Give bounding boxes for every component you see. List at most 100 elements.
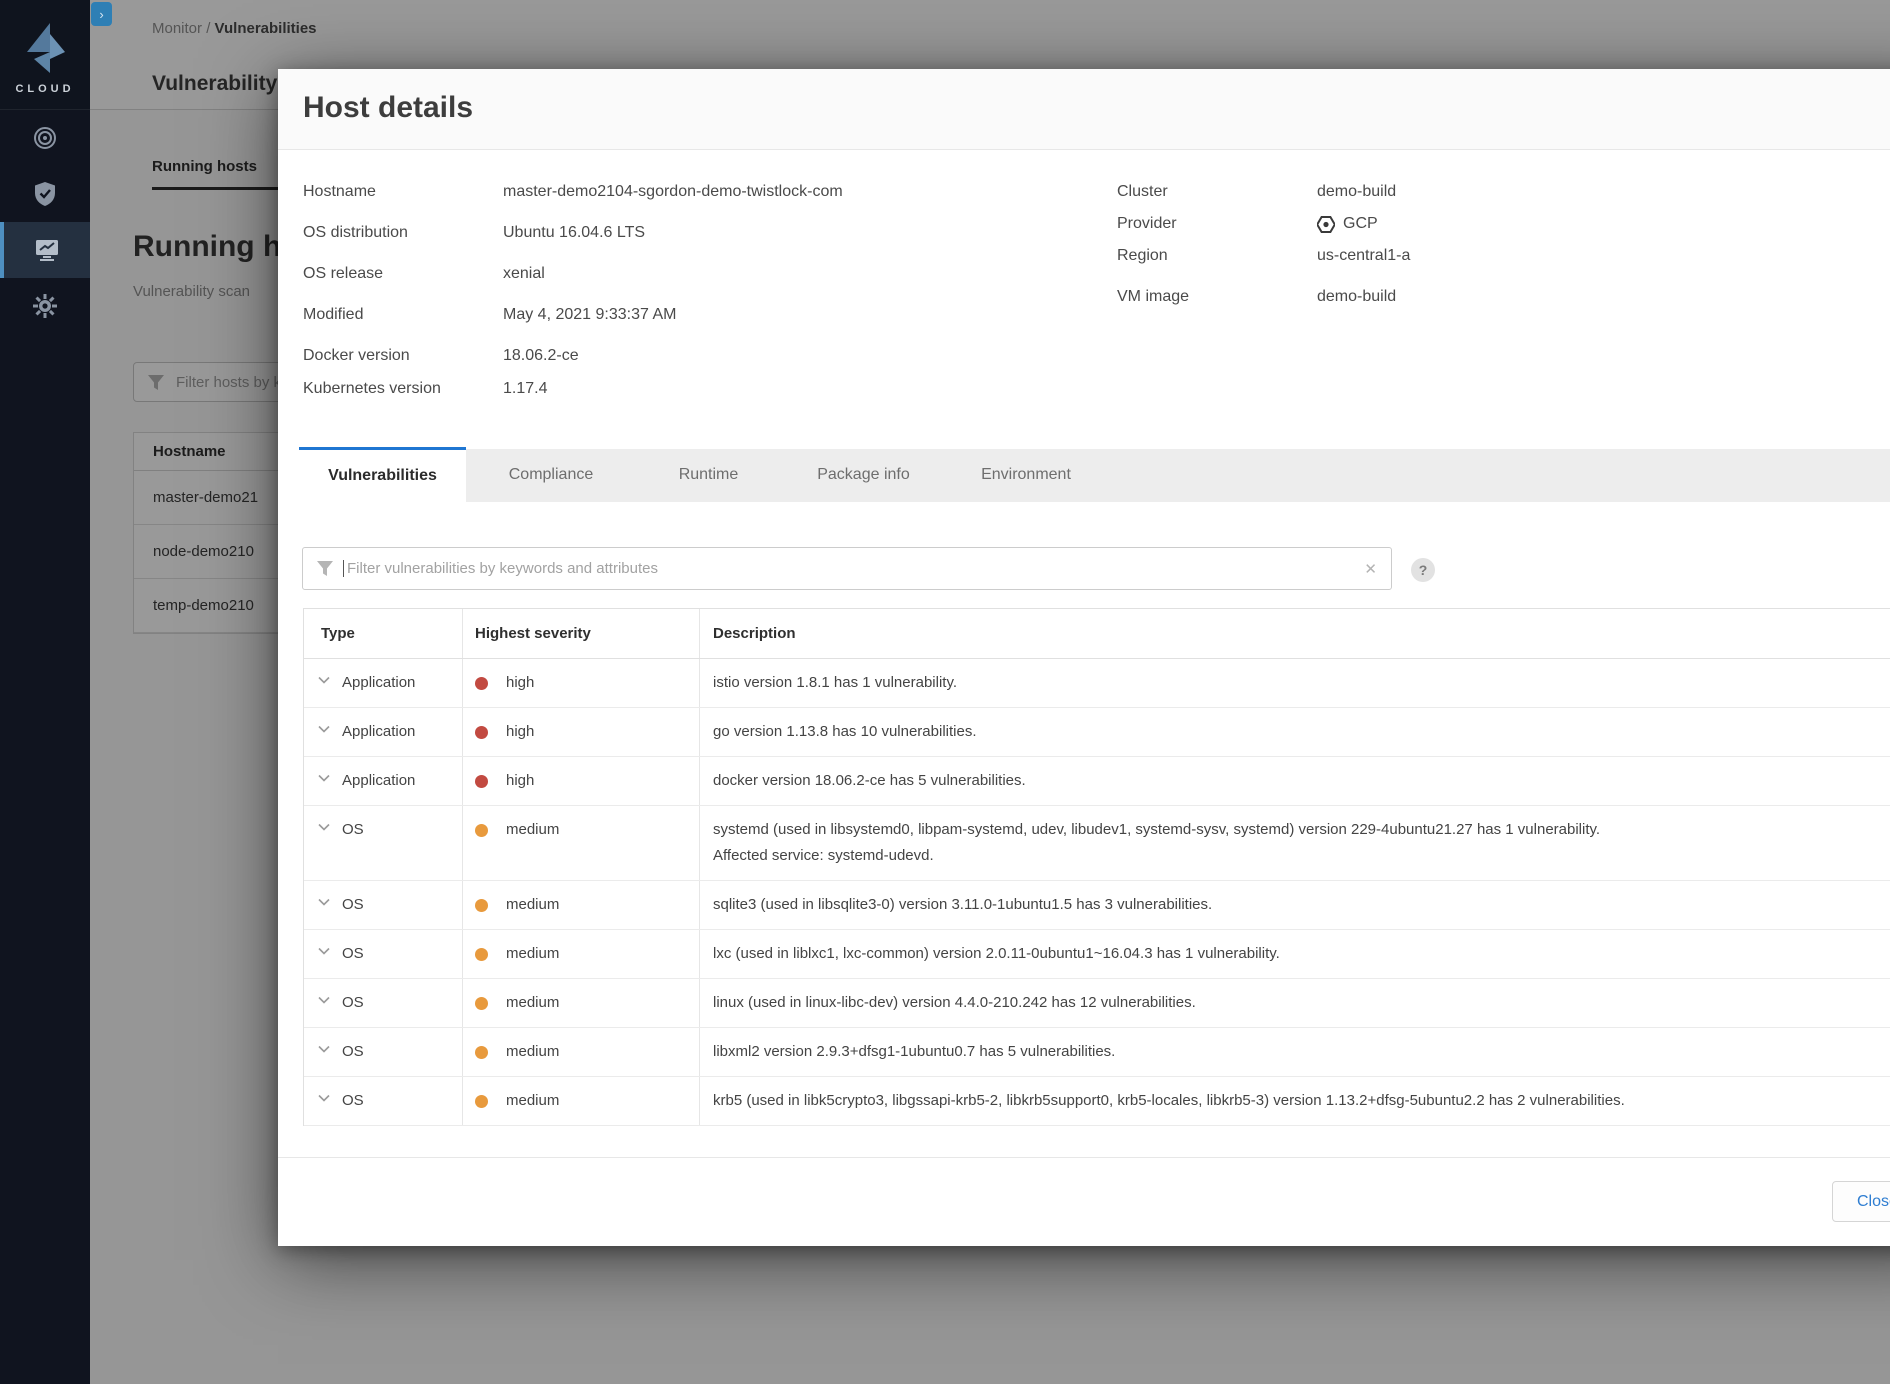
severity-label: high (506, 719, 534, 745)
vulnerability-type: OS (342, 941, 364, 967)
sidebar-item-radar[interactable] (0, 110, 90, 166)
vulnerability-type: OS (342, 1039, 364, 1065)
sidebar-item-monitor[interactable] (0, 222, 90, 278)
vulnerabilities-table: Type Highest severity Description Applic… (303, 608, 1890, 1126)
vulnerability-row[interactable]: Application high istio version 1.8.1 has… (304, 659, 1890, 708)
severity-dot-icon (475, 899, 488, 912)
vulnerability-type: OS (342, 892, 364, 918)
close-button[interactable]: Close (1832, 1181, 1890, 1222)
tab-vulnerabilities[interactable]: Vulnerabilities (299, 447, 466, 502)
vulnerability-type: OS (342, 1088, 364, 1114)
field-label: OS release (303, 262, 503, 286)
vulnerability-row[interactable]: OS medium krb5 (used in libk5crypto3, li… (304, 1077, 1890, 1126)
vulnerability-description: go version 1.13.8 has 10 vulnerabilities… (713, 719, 1713, 745)
severity-dot-icon (475, 1046, 488, 1059)
vulnerability-type: Application (342, 670, 415, 696)
vulnerability-type: Application (342, 768, 415, 794)
radar-icon (32, 125, 58, 151)
chevron-down-icon[interactable] (318, 823, 330, 831)
modal-title: Host details (303, 91, 473, 125)
vulnerability-description: libxml2 version 2.9.3+dfsg1-1ubuntu0.7 h… (713, 1039, 1713, 1065)
chevron-down-icon[interactable] (318, 898, 330, 906)
host-details-modal: Host details Hostnamemaster-demo2104-sgo… (278, 69, 1890, 1246)
field-value: us-central1-a (1317, 244, 1410, 268)
vulnerability-row[interactable]: OS medium sqlite3 (used in libsqlite3-0)… (304, 881, 1890, 930)
tab-compliance[interactable]: Compliance (466, 447, 636, 502)
host-fields-left: Hostnamemaster-demo2104-sgordon-demo-twi… (303, 180, 843, 418)
vulnerability-description: docker version 18.06.2-ce has 5 vulnerab… (713, 768, 1713, 794)
sidebar-expand-button[interactable]: › (91, 2, 112, 26)
modal-tabs: Vulnerabilities Compliance Runtime Packa… (278, 447, 1890, 502)
chevron-down-icon[interactable] (318, 725, 330, 733)
chevron-down-icon[interactable] (318, 947, 330, 955)
severity-label: medium (506, 817, 559, 843)
clear-filter-icon[interactable]: ✕ (1364, 560, 1377, 578)
vulnerability-description: krb5 (used in libk5crypto3, libgssapi-kr… (713, 1088, 1713, 1114)
app-logo[interactable]: CLOUD (0, 0, 90, 110)
vulnerability-type: Application (342, 719, 415, 745)
chevron-down-icon[interactable] (318, 1094, 330, 1102)
vulnerability-row[interactable]: Application high go version 1.13.8 has 1… (304, 708, 1890, 757)
severity-label: medium (506, 1039, 559, 1065)
vulnerability-description: sqlite3 (used in libsqlite3-0) version 3… (713, 892, 1713, 918)
field-value: 1.17.4 (503, 377, 547, 401)
severity-label: medium (506, 892, 559, 918)
field-label: Provider (1117, 212, 1317, 236)
field-label: Docker version (303, 344, 503, 368)
severity-dot-icon (475, 997, 488, 1010)
field-value: GCP (1317, 212, 1378, 236)
field-row: OS distributionUbuntu 16.04.6 LTS (303, 221, 843, 245)
field-row: OS releasexenial (303, 262, 843, 286)
vulnerability-description: linux (used in linux-libc-dev) version 4… (713, 990, 1713, 1016)
field-row: Kubernetes version1.17.4 (303, 377, 843, 401)
host-fields-right: Clusterdemo-buildProviderGCPRegionus-cen… (1117, 180, 1410, 317)
filter-funnel-icon (317, 561, 333, 576)
sidebar: CLOUD (0, 0, 90, 1384)
sidebar-item-defend[interactable] (0, 166, 90, 222)
chevron-down-icon[interactable] (318, 996, 330, 1004)
shield-check-icon (33, 181, 57, 207)
tab-runtime[interactable]: Runtime (636, 447, 781, 502)
help-icon[interactable]: ? (1411, 558, 1435, 582)
severity-dot-icon (475, 775, 488, 788)
prisma-cloud-logo-icon (23, 21, 67, 75)
severity-dot-icon (475, 677, 488, 690)
vulnerability-row[interactable]: OS medium linux (used in linux-libc-dev)… (304, 979, 1890, 1028)
modal-footer: Close (278, 1157, 1890, 1246)
vulnerability-row[interactable]: OS medium libxml2 version 2.9.3+dfsg1-1u… (304, 1028, 1890, 1077)
severity-label: high (506, 768, 534, 794)
field-row: ProviderGCP (1117, 212, 1410, 236)
col-severity[interactable]: Highest severity (463, 609, 700, 658)
chevron-down-icon[interactable] (318, 1045, 330, 1053)
vulnerability-type: OS (342, 817, 364, 843)
modal-header: Host details (278, 69, 1890, 150)
monitor-chart-icon (34, 238, 60, 262)
severity-dot-icon (475, 726, 488, 739)
screen: CLOUD (0, 0, 1890, 1384)
field-label: Modified (303, 303, 503, 327)
vulnerability-description: lxc (used in liblxc1, lxc-common) versio… (713, 941, 1713, 967)
field-label: Kubernetes version (303, 377, 503, 401)
field-row: ModifiedMay 4, 2021 9:33:37 AM (303, 303, 843, 327)
chevron-down-icon[interactable] (318, 676, 330, 684)
col-type[interactable]: Type (304, 609, 463, 658)
severity-label: medium (506, 941, 559, 967)
field-value: Ubuntu 16.04.6 LTS (503, 221, 645, 245)
field-row: Clusterdemo-build (1117, 180, 1410, 204)
chevron-down-icon[interactable] (318, 774, 330, 782)
tab-package-info[interactable]: Package info (781, 447, 946, 502)
field-row: Docker version18.06.2-ce (303, 344, 843, 368)
field-value: master-demo2104-sgordon-demo-twistlock-c… (503, 180, 843, 204)
vulnerability-description: systemd (used in libsystemd0, libpam-sys… (713, 817, 1713, 869)
vulnerability-row[interactable]: OS medium systemd (used in libsystemd0, … (304, 806, 1890, 881)
tab-environment[interactable]: Environment (946, 447, 1106, 502)
vulnerability-description: istio version 1.8.1 has 1 vulnerability. (713, 670, 1713, 696)
vulnerabilities-table-header: Type Highest severity Description (304, 609, 1890, 659)
severity-dot-icon (475, 824, 488, 837)
field-label: OS distribution (303, 221, 503, 245)
vulnerability-row[interactable]: OS medium lxc (used in liblxc1, lxc-comm… (304, 930, 1890, 979)
sidebar-item-settings[interactable] (0, 278, 90, 334)
vulnerability-row[interactable]: Application high docker version 18.06.2-… (304, 757, 1890, 806)
vulnerability-filter-input[interactable]: Filter vulnerabilities by keywords and a… (302, 547, 1392, 590)
col-description[interactable]: Description (700, 609, 1890, 658)
